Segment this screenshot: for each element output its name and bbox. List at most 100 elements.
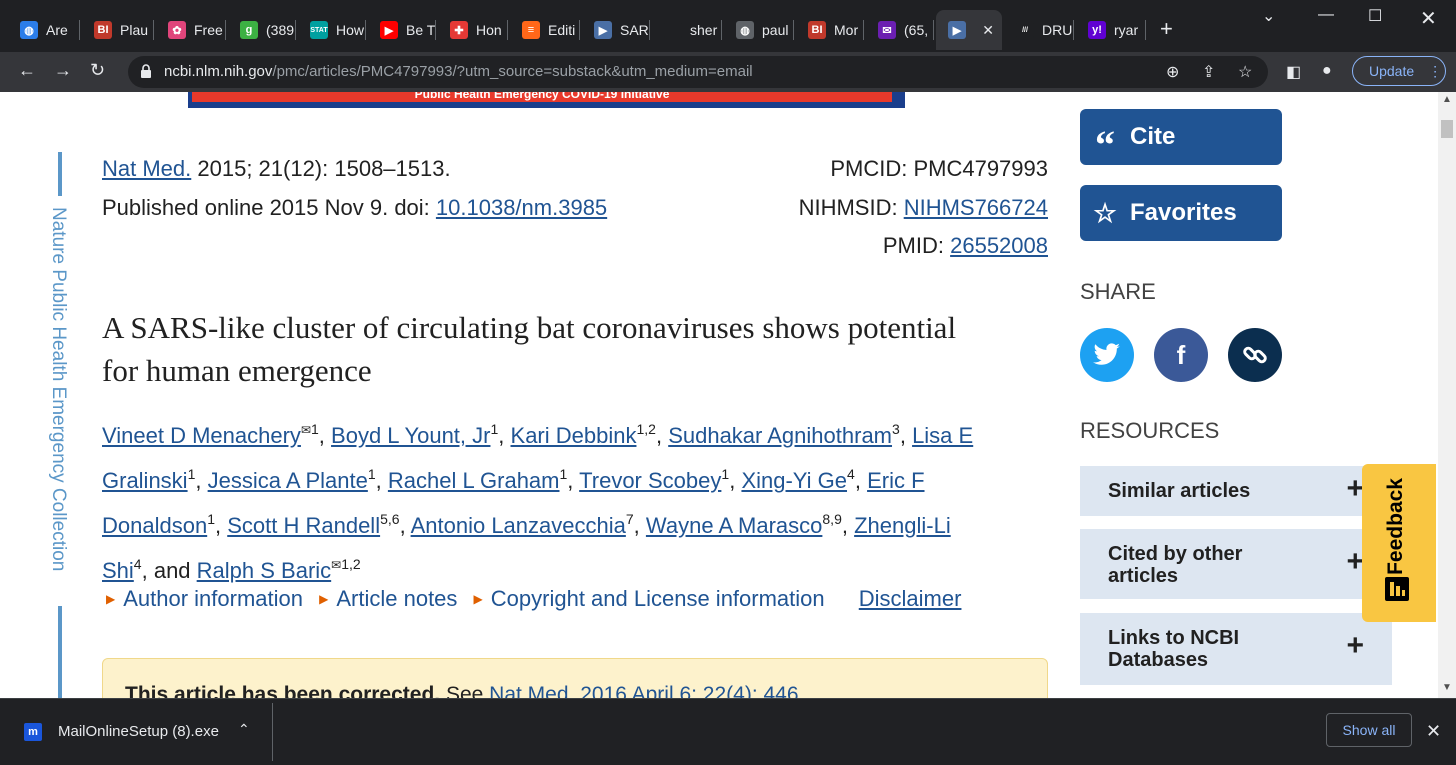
browser-tab[interactable]: ≡ Editi	[510, 10, 580, 50]
tab-separator	[579, 20, 580, 40]
affiliation-sup[interactable]: 1	[368, 466, 376, 482]
tab-separator	[933, 20, 934, 40]
disclaimer-link[interactable]: Disclaimer	[859, 586, 962, 611]
affiliation-sup[interactable]: 4	[847, 466, 855, 482]
minimize-icon[interactable]: —	[1318, 6, 1334, 24]
browser-tab[interactable]: ▶ ✕	[936, 10, 1002, 50]
author-separator: ,	[318, 423, 325, 448]
collection-banner[interactable]: Public Health Emergency COVID-19 Initiat…	[188, 92, 905, 108]
tab-title: Plau	[120, 22, 149, 38]
browser-tab[interactable]: STAT How	[298, 10, 366, 50]
twitter-share-button[interactable]	[1080, 328, 1134, 382]
chevron-up-icon[interactable]: ⌃	[238, 721, 250, 738]
resource-label: Links to NCBI	[1108, 627, 1240, 649]
address-bar[interactable]: ncbi.nlm.nih.gov/pmc/articles/PMC4797993…	[128, 56, 1268, 88]
browser-tab[interactable]: ✿ Free	[156, 10, 226, 50]
forward-icon[interactable]: →	[54, 60, 72, 81]
browser-tab[interactable]: g (389	[228, 10, 296, 50]
tab-favicon-icon: ≡	[522, 21, 540, 39]
resource-label: Cited by other	[1108, 543, 1243, 565]
close-download-bar-icon[interactable]: ✕	[1426, 721, 1441, 742]
browser-tab[interactable]: /// DRU	[1004, 10, 1074, 50]
journal-link[interactable]: Nat Med.	[102, 156, 191, 181]
copy-link-button[interactable]	[1228, 328, 1282, 382]
affiliation-sup[interactable]: 7	[626, 511, 634, 527]
author-link[interactable]: Kari Debbink	[511, 423, 637, 448]
browser-tab[interactable]: ◍ paul	[724, 10, 794, 50]
favorites-button[interactable]: ☆ Favorites	[1080, 185, 1282, 241]
tab-search-icon[interactable]: ⌄	[1262, 6, 1275, 26]
correction-text: This article has been corrected. See Nat…	[125, 683, 804, 698]
share-page-icon[interactable]: ⇪	[1202, 62, 1215, 82]
tab-close-icon[interactable]: ✕	[982, 22, 994, 39]
author-link[interactable]: Vineet D Menachery	[102, 423, 301, 448]
author-list: Vineet D Menachery✉1, Boyd L Yount, Jr1,…	[102, 410, 1002, 590]
window-close-icon[interactable]: ✕	[1420, 6, 1437, 31]
email-icon[interactable]: ✉	[331, 558, 341, 572]
zoom-icon[interactable]: ⊕	[1166, 62, 1179, 82]
new-tab-icon[interactable]: +	[1160, 16, 1173, 42]
page-scrollbar[interactable]: ▲ ▼	[1438, 92, 1456, 698]
page-content: Public Health Emergency COVID-19 Initiat…	[0, 92, 1438, 698]
correction-see: See	[440, 683, 490, 698]
author-link[interactable]: Antonio Lanzavecchia	[411, 513, 626, 538]
affiliation-sup[interactable]: ✉1	[301, 421, 319, 437]
author-link[interactable]: Xing-Yi Ge	[741, 468, 847, 493]
scrollbar-thumb[interactable]	[1441, 120, 1453, 138]
affiliation-sup[interactable]: 4	[134, 556, 142, 572]
back-icon[interactable]: ←	[18, 60, 36, 81]
affiliation-sup[interactable]: 5,6	[380, 511, 399, 527]
author-link[interactable]: Sudhakar Agnihothram	[668, 423, 892, 448]
author-link[interactable]: Rachel L Graham	[388, 468, 560, 493]
author-link[interactable]: Scott H Randell	[227, 513, 380, 538]
copyright-toggle[interactable]: ▶ Copyright and License information	[474, 586, 825, 611]
feedback-tab[interactable]: Feedback	[1362, 464, 1436, 622]
side-panel-icon[interactable]: ◧	[1286, 62, 1301, 82]
browser-tab[interactable]: BI Plau	[82, 10, 154, 50]
affiliation-sup[interactable]: 1	[207, 511, 215, 527]
nihmsid-link[interactable]: NIHMS766724	[904, 195, 1048, 220]
url-text[interactable]: ncbi.nlm.nih.gov/pmc/articles/PMC4797993…	[164, 63, 753, 80]
update-button[interactable]: Update ⋮	[1352, 56, 1446, 86]
browser-tab[interactable]: ◍ Are	[8, 10, 80, 50]
affiliation-sup[interactable]: 1,2	[636, 421, 655, 437]
browser-tab[interactable]: y! ryar	[1076, 10, 1146, 50]
maximize-icon[interactable]: ☐	[1368, 6, 1382, 26]
browser-tab[interactable]: ✚ Hon	[438, 10, 508, 50]
tab-title: sher	[690, 22, 718, 38]
author-link[interactable]: Ralph S Baric	[197, 558, 332, 583]
profile-icon[interactable]: ●	[1322, 62, 1332, 80]
doi-link[interactable]: 10.1038/nm.3985	[436, 195, 607, 220]
affiliation-sup[interactable]: 8,9	[822, 511, 841, 527]
browser-tab[interactable]: BI Mor	[796, 10, 864, 50]
scroll-down-icon[interactable]: ▼	[1442, 682, 1452, 693]
author-link[interactable]: Wayne A Marasco	[646, 513, 822, 538]
author-link[interactable]: Jessica A Plante	[208, 468, 368, 493]
browser-tab[interactable]: ✉ (65,	[866, 10, 934, 50]
article-notes-toggle[interactable]: ▶ Article notes	[319, 586, 457, 611]
affiliation-sup[interactable]: ✉1,2	[331, 556, 361, 572]
bookmark-star-icon[interactable]: ☆	[1238, 62, 1252, 82]
pmid-link[interactable]: 26552008	[950, 233, 1048, 258]
correction-link[interactable]: Nat Med. 2016 April 6; 22(4): 446.	[489, 683, 804, 698]
browser-tab[interactable]: sher	[652, 10, 722, 50]
browser-tab[interactable]: ▶ SAR	[582, 10, 650, 50]
author-link[interactable]: Trevor Scobey	[579, 468, 721, 493]
resource-ncbi-links[interactable]: Links to NCBI Databases +	[1080, 613, 1392, 685]
affiliation-sup[interactable]: 3	[892, 421, 900, 437]
affiliation-number: 4	[847, 466, 855, 482]
browser-tab[interactable]: ▶ Be T	[368, 10, 436, 50]
side-collection-label[interactable]: Nature Public Health Emergency Collectio…	[47, 207, 69, 571]
author-link[interactable]: Boyd L Yount, Jr	[331, 423, 490, 448]
download-separator	[272, 703, 273, 761]
reload-icon[interactable]: ↻	[90, 60, 105, 81]
show-all-button[interactable]: Show all	[1326, 713, 1412, 747]
download-filename[interactable]: MailOnlineSetup (8).exe	[58, 723, 219, 740]
facebook-share-button[interactable]: f	[1154, 328, 1208, 382]
resource-cited-by[interactable]: Cited by other articles +	[1080, 529, 1392, 599]
author-info-toggle[interactable]: ▶ Author information	[106, 586, 303, 611]
resource-similar-articles[interactable]: Similar articles +	[1080, 466, 1392, 516]
cite-button[interactable]: “Cite	[1080, 109, 1282, 167]
scroll-up-icon[interactable]: ▲	[1442, 94, 1452, 105]
email-icon[interactable]: ✉	[301, 423, 311, 437]
